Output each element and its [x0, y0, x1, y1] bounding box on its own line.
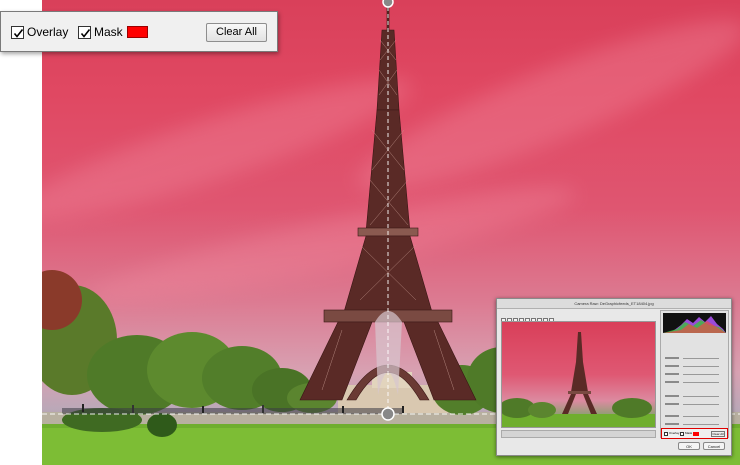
mask-color-swatch[interactable]	[127, 26, 148, 38]
dialog-preview	[501, 321, 656, 428]
mask-toolbar: Overlay Mask Clear All	[0, 11, 278, 52]
mask-checkbox[interactable]	[78, 26, 91, 39]
checkmark-icon	[13, 29, 24, 38]
mask-label: Mask	[94, 25, 123, 39]
overlay-label: Overlay	[27, 25, 69, 39]
overlay-checkbox[interactable]	[11, 26, 24, 39]
dialog-ok-button[interactable]: OK	[678, 442, 700, 450]
dialog-toolbar	[501, 310, 571, 323]
dialog-overlay-checkbox[interactable]	[664, 432, 668, 436]
filter-pin-top	[382, 0, 394, 8]
dialog-mask-checkbox[interactable]	[680, 432, 684, 436]
dialog-mask-swatch[interactable]	[693, 432, 699, 436]
dialog-settings-panel	[660, 310, 729, 438]
dialog-statusbar	[501, 430, 656, 438]
dialog-clear-all-button[interactable]: Clear All	[711, 431, 725, 437]
camera-raw-dialog-thumbnail: Camera Raw: DeGraphicfeeds_ET18404.jpg O…	[496, 298, 732, 456]
clear-all-button[interactable]: Clear All	[206, 23, 267, 42]
dialog-cancel-button[interactable]: Cancel	[703, 442, 725, 450]
dialog-overlay-label: Overlay	[669, 431, 680, 435]
dialog-mask-label: Mask	[685, 431, 693, 435]
dialog-overlay-controls: Overlay Mask Clear All	[661, 428, 728, 439]
dialog-title: Camera Raw: DeGraphicfeeds_ET18404.jpg	[497, 299, 731, 309]
checkmark-icon	[80, 29, 91, 38]
histogram	[663, 313, 726, 333]
filter-pin	[381, 407, 395, 421]
